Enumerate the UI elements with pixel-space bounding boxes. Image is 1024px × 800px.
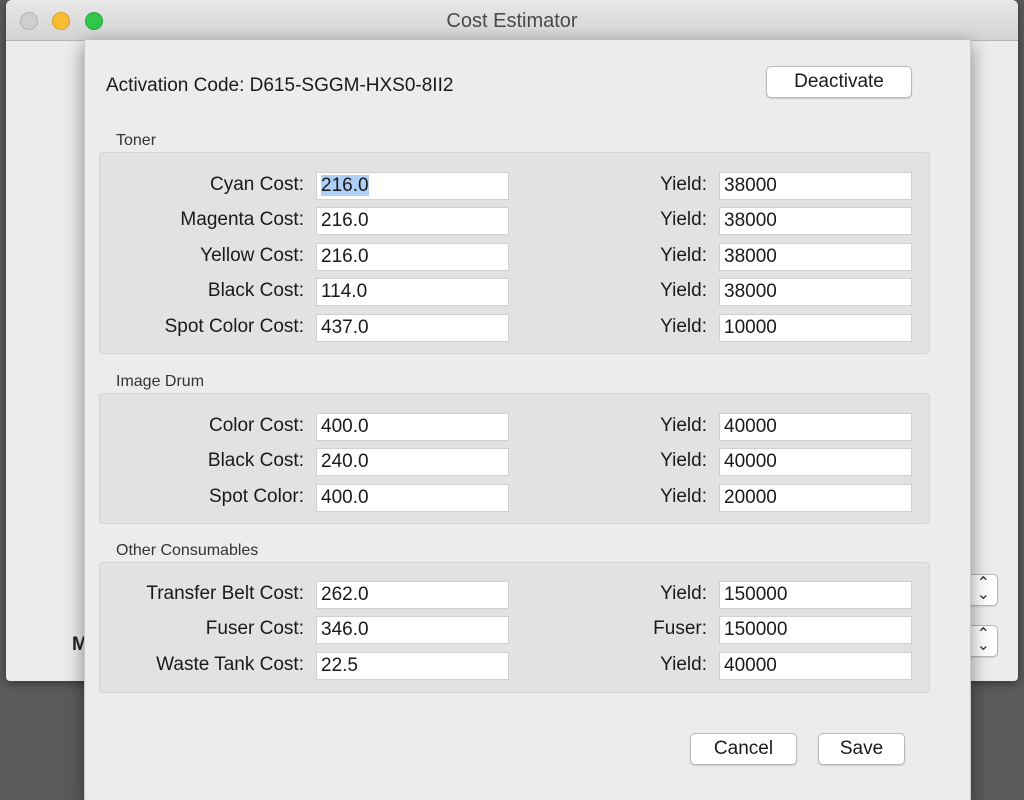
cost-label: Spot Color Cost: — [164, 316, 304, 337]
toner-row-spot: Spot Color Cost: 437.0 Yield: 10000 — [100, 314, 929, 342]
cost-label: Magenta Cost: — [180, 209, 304, 230]
cost-label: Yellow Cost: — [200, 245, 304, 266]
drum-row-black: Black Cost: 240.0 Yield: 40000 — [100, 448, 929, 476]
other-row-waste-tank: Waste Tank Cost: 22.5 Yield: 40000 — [100, 652, 929, 680]
yield-label: Yield: — [660, 209, 707, 230]
cost-label: Fuser Cost: — [205, 618, 304, 639]
cost-label: Transfer Belt Cost: — [146, 583, 304, 604]
yield-label: Yield: — [660, 415, 707, 436]
save-button[interactable]: Save — [818, 733, 905, 765]
toner-row-black: Black Cost: 114.0 Yield: 38000 — [100, 278, 929, 306]
magenta-cost-field[interactable]: 216.0 — [316, 207, 509, 235]
drum-color-yield-field[interactable]: 40000 — [719, 413, 912, 441]
toner-row-magenta: Magenta Cost: 216.0 Yield: 38000 — [100, 207, 929, 235]
window-title: Cost Estimator — [446, 10, 578, 32]
chevron-up-down-icon: ⌃ ⌄ — [976, 626, 990, 654]
yield-label: Yield: — [660, 245, 707, 266]
drum-row-color: Color Cost: 400.0 Yield: 40000 — [100, 413, 929, 441]
drum-color-cost-field[interactable]: 400.0 — [316, 413, 509, 441]
transfer-belt-cost-field[interactable]: 262.0 — [316, 581, 509, 609]
group-title-toner: Toner — [116, 132, 157, 149]
fuser-yield-field[interactable]: 150000 — [719, 616, 912, 644]
cost-label: Color Cost: — [208, 415, 304, 436]
cyan-yield-field[interactable]: 38000 — [719, 172, 912, 200]
cost-label: Black Cost: — [207, 450, 304, 471]
activation-code: Activation Code: D615-SGGM-HXS0-8II2 — [106, 75, 453, 97]
magenta-yield-field[interactable]: 38000 — [719, 207, 912, 235]
black-cost-field[interactable]: 114.0 — [316, 278, 509, 306]
yield-label: Yield: — [660, 316, 707, 337]
yellow-cost-field[interactable]: 216.0 — [316, 243, 509, 271]
drum-spot-cost-field[interactable]: 400.0 — [316, 484, 509, 512]
activation-code-value: D615-SGGM-HXS0-8II2 — [249, 75, 454, 96]
group-title-other-consumables: Other Consumables — [116, 542, 259, 559]
cyan-cost-value: 216.0 — [321, 175, 369, 196]
deactivate-button[interactable]: Deactivate — [766, 66, 912, 98]
other-row-fuser: Fuser Cost: 346.0 Fuser: 150000 — [100, 616, 929, 644]
yield-label: Yield: — [660, 583, 707, 604]
title-bar: Cost Estimator — [6, 0, 1018, 41]
spot-color-yield-field[interactable]: 10000 — [719, 314, 912, 342]
cyan-cost-field[interactable]: 216.0 — [316, 172, 509, 200]
waste-tank-cost-field[interactable]: 22.5 — [316, 652, 509, 680]
cost-label: Black Cost: — [207, 280, 304, 301]
activation-code-label: Activation Code: — [106, 75, 245, 96]
other-row-transfer-belt: Transfer Belt Cost: 262.0 Yield: 150000 — [100, 581, 929, 609]
group-title-image-drum: Image Drum — [116, 373, 205, 390]
cost-estimator-sheet: Activation Code: D615-SGGM-HXS0-8II2 Dea… — [84, 40, 971, 800]
yield-label: Yield: — [660, 654, 707, 675]
fuser-cost-field[interactable]: 346.0 — [316, 616, 509, 644]
drum-row-spot: Spot Color: 400.0 Yield: 20000 — [100, 484, 929, 512]
yellow-yield-field[interactable]: 38000 — [719, 243, 912, 271]
group-other-consumables: Transfer Belt Cost: 262.0 Yield: 150000 … — [99, 562, 930, 693]
black-yield-field[interactable]: 38000 — [719, 278, 912, 306]
group-toner: Cyan Cost: 216.0 Yield: 38000 Magenta Co… — [99, 152, 930, 354]
yield-label: Yield: — [660, 486, 707, 507]
yield-label: Yield: — [660, 174, 707, 195]
toner-row-yellow: Yellow Cost: 216.0 Yield: 38000 — [100, 243, 929, 271]
transfer-belt-yield-field[interactable]: 150000 — [719, 581, 912, 609]
drum-black-cost-field[interactable]: 240.0 — [316, 448, 509, 476]
group-image-drum: Color Cost: 400.0 Yield: 40000 Black Cos… — [99, 393, 930, 524]
drum-spot-yield-field[interactable]: 20000 — [719, 484, 912, 512]
fuser-yield-label: Fuser: — [653, 618, 707, 639]
spot-color-cost-field[interactable]: 437.0 — [316, 314, 509, 342]
cost-label: Spot Color: — [208, 486, 304, 507]
yield-label: Yield: — [660, 450, 707, 471]
waste-tank-yield-field[interactable]: 40000 — [719, 652, 912, 680]
cost-label: Cyan Cost: — [210, 174, 304, 195]
cancel-button[interactable]: Cancel — [690, 733, 797, 765]
yield-label: Yield: — [660, 280, 707, 301]
chevron-up-down-icon: ⌃ ⌄ — [976, 575, 990, 603]
drum-black-yield-field[interactable]: 40000 — [719, 448, 912, 476]
cost-label: Waste Tank Cost: — [156, 654, 304, 675]
toner-row-cyan: Cyan Cost: 216.0 Yield: 38000 — [100, 172, 929, 200]
